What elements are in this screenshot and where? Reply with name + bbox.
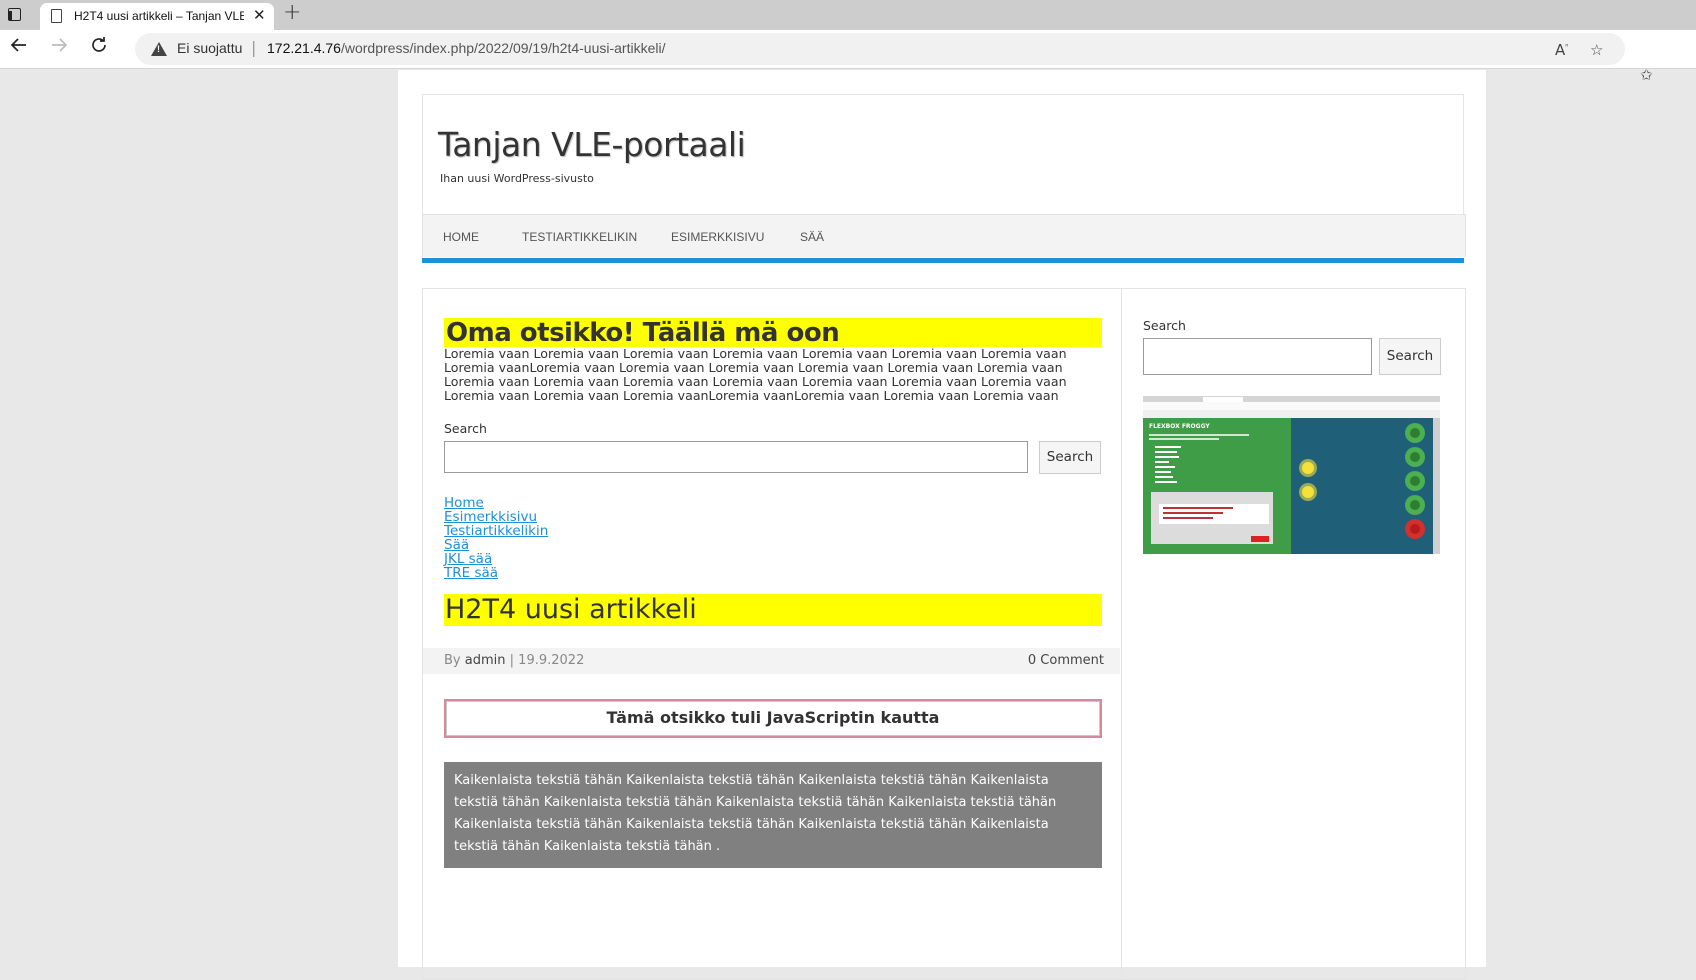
js-heading: Tämä otsikko tuli JavaScriptin kautta xyxy=(444,699,1102,738)
gray-text-box: Kaikenlaista tekstiä tähän Kaikenlaista … xyxy=(444,762,1102,868)
custom-heading-text: Oma otsikko! Täällä mä oon xyxy=(446,318,840,348)
image-title-text: FLEXBOX FROGGY xyxy=(1149,423,1210,430)
search-label: Search xyxy=(444,421,487,436)
sidebar-search-input[interactable] xyxy=(1143,338,1372,375)
add-favorite-icon[interactable]: ☆ xyxy=(1590,41,1603,59)
link-tre-saa[interactable]: TRE sää xyxy=(444,566,548,580)
forward-icon[interactable] xyxy=(44,34,74,64)
menu-item-testiartikkelikin[interactable]: TESTIARTIKKELIKIN xyxy=(522,230,637,244)
search-input[interactable] xyxy=(444,441,1028,473)
flexbox-froggy-screenshot[interactable]: FLEXBOX FROGGY xyxy=(1143,396,1440,554)
site-title[interactable]: Tanjan VLE-portaali xyxy=(438,125,746,164)
tab-strip: H2T4 uusi artikkeli – Tanjan VLE- ✕ + xyxy=(0,0,1696,30)
custom-heading: Oma otsikko! Täällä mä oon xyxy=(444,318,1102,348)
tab-actions-icon[interactable] xyxy=(4,4,26,26)
comment-count[interactable]: 0 Comment xyxy=(1028,653,1104,668)
link-esimerkkisivu[interactable]: Esimerkkisivu xyxy=(444,510,548,524)
page-icon xyxy=(51,9,62,23)
author-link[interactable]: admin xyxy=(465,653,506,668)
refresh-icon[interactable] xyxy=(84,34,114,64)
menu-item-home[interactable]: HOME xyxy=(443,230,479,244)
by-label: By xyxy=(444,653,461,668)
menu-accent-line xyxy=(422,258,1464,263)
browser-toolbar: Ei suojattu | 172.21.4.76/wordpress/inde… xyxy=(0,30,1696,84)
url-path: /wordpress/index.php/2022/09/19/h2t4-uus… xyxy=(340,40,666,56)
address-bar[interactable]: Ei suojattu | 172.21.4.76/wordpress/inde… xyxy=(135,33,1625,65)
browser-tab[interactable]: H2T4 uusi artikkeli – Tanjan VLE- ✕ xyxy=(40,3,274,30)
post-title: H2T4 uusi artikkeli xyxy=(444,594,1102,626)
security-label[interactable]: Ei suojattu xyxy=(177,40,242,56)
menu-item-esimerkkisivu[interactable]: ESIMERKKISIVU xyxy=(671,230,764,244)
sidebar-search-label: Search xyxy=(1143,318,1186,333)
tab-title: H2T4 uusi artikkeli – Tanjan VLE- xyxy=(74,9,244,23)
read-aloud-icon[interactable]: Aⁿ xyxy=(1555,41,1568,59)
page-links-list: Home Esimerkkisivu Testiartikkelikin Sää… xyxy=(444,496,548,580)
post-body-text: Kaikenlaista tekstiä tähän Kaikenlaista … xyxy=(454,773,1057,854)
post-byline: By admin | 19.9.2022 xyxy=(444,653,584,668)
sidebar-search-button[interactable]: Search xyxy=(1379,338,1441,375)
back-icon[interactable] xyxy=(4,34,34,64)
sidebar-divider xyxy=(1121,288,1122,978)
close-tab-icon[interactable]: ✕ xyxy=(253,6,266,24)
url-separator: | xyxy=(251,38,257,57)
link-saa[interactable]: Sää xyxy=(444,538,548,552)
lorem-paragraph: Loremia vaan Loremia vaan Loremia vaan L… xyxy=(444,346,1067,403)
post-date: 19.9.2022 xyxy=(518,653,585,668)
warning-icon[interactable] xyxy=(151,42,167,56)
search-button[interactable]: Search xyxy=(1039,441,1101,474)
link-jkl-saa[interactable]: JKL sää xyxy=(444,552,548,566)
url-text[interactable]: 172.21.4.76/wordpress/index.php/2022/09/… xyxy=(267,40,666,56)
favorites-icon[interactable]: ✩ xyxy=(1640,66,1653,84)
url-host: 172.21.4.76 xyxy=(267,40,341,56)
post-title-text: H2T4 uusi artikkeli xyxy=(445,594,697,625)
link-testiartikkelikin[interactable]: Testiartikkelikin xyxy=(444,524,548,538)
main-menu: HOME TESTIARTIKKELIKIN ESIMERKKISIVU SÄÄ xyxy=(422,214,1466,257)
meta-separator: | xyxy=(509,653,515,668)
site-description: Ihan uusi WordPress-sivusto xyxy=(440,172,594,185)
js-heading-text: Tämä otsikko tuli JavaScriptin kautta xyxy=(606,708,940,727)
site-header: Tanjan VLE-portaali Ihan uusi WordPress-… xyxy=(422,94,1464,215)
menu-item-saa[interactable]: SÄÄ xyxy=(800,230,824,244)
link-home[interactable]: Home xyxy=(444,496,548,510)
new-tab-icon[interactable]: + xyxy=(283,0,301,25)
post-meta: By admin | 19.9.2022 0 Comment xyxy=(423,648,1120,674)
